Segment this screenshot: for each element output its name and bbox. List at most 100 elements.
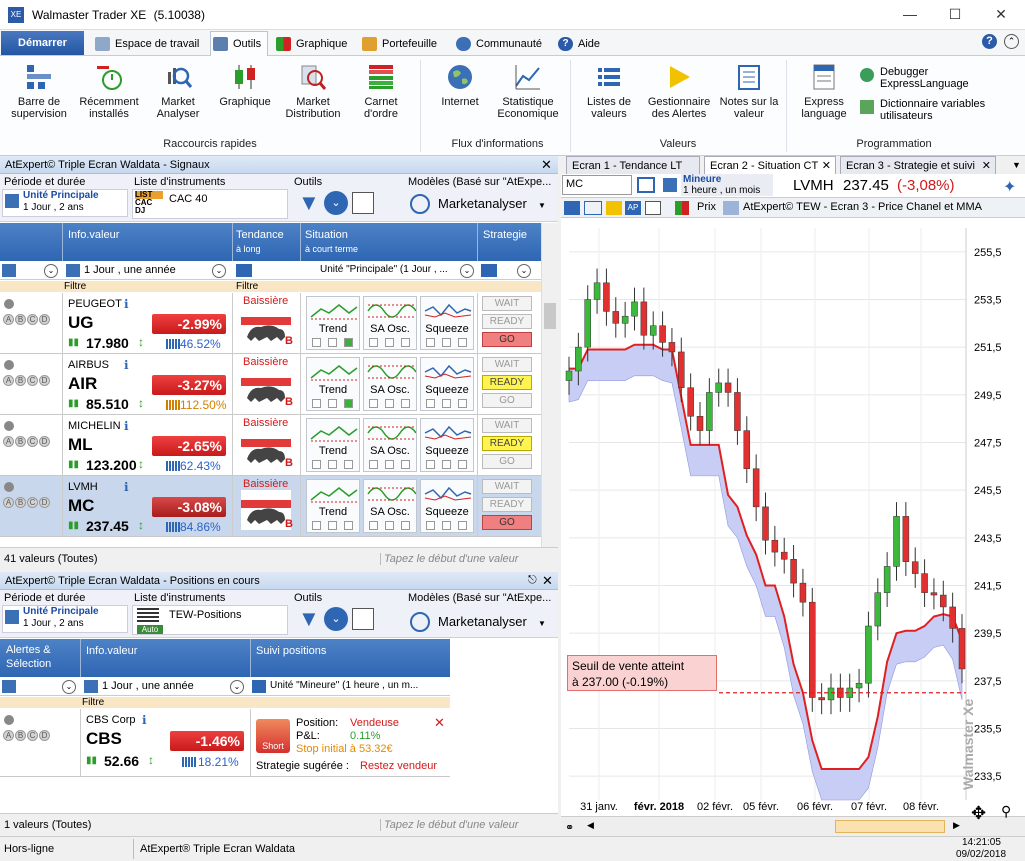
tools-icon[interactable] xyxy=(564,201,580,215)
wait-button[interactable]: WAIT xyxy=(482,357,532,372)
ready-button[interactable]: READY xyxy=(482,314,532,329)
menu-graphique[interactable]: Graphique xyxy=(276,34,347,54)
info-icon[interactable]: ℹ xyxy=(142,713,147,727)
periode-selector[interactable]: Unité Principale 1 Jour , 2 ans xyxy=(2,189,128,217)
minimize-button[interactable]: — xyxy=(900,6,920,22)
calendar-icon[interactable] xyxy=(2,264,16,277)
tendance-cell[interactable]: Baissière B xyxy=(233,415,300,476)
suivi-filter-icon[interactable] xyxy=(252,680,266,693)
barre-supervision-button[interactable]: Barre de supervision xyxy=(8,62,70,120)
debugger-button[interactable]: Debugger ExpressLanguage xyxy=(860,66,969,90)
filter-tool-icon[interactable]: ▼ xyxy=(298,606,320,632)
menu-outils[interactable]: Outils xyxy=(213,34,261,54)
go-button[interactable]: GO xyxy=(482,515,532,530)
col-strategie[interactable]: Strategie xyxy=(483,229,527,241)
dropdown-icon[interactable]: ⌄ xyxy=(62,680,76,694)
short-icon[interactable]: Short xyxy=(256,719,290,753)
graphique-button[interactable]: Graphique xyxy=(214,62,276,108)
spark-icon[interactable] xyxy=(606,201,622,215)
zoom-icon[interactable]: ⚲ xyxy=(1001,803,1011,820)
col-suivi-positions[interactable]: Suivi positions xyxy=(256,645,326,657)
start-button[interactable]: Démarrer xyxy=(1,31,84,55)
gestionnaire-alertes-button[interactable]: Gestionnaire des Alertes xyxy=(644,62,714,120)
wait-button[interactable]: WAIT xyxy=(482,418,532,433)
col-situation[interactable]: Situation à court terme xyxy=(305,229,358,254)
menu-espace-de-travail[interactable]: Espace de travail xyxy=(95,34,199,54)
pin-icon[interactable]: ⎋ xyxy=(528,574,537,587)
menu-aide[interactable]: ? Aide xyxy=(558,34,600,54)
filter-label-info[interactable]: Filtre xyxy=(82,697,104,708)
filter-label-info[interactable]: Filtre xyxy=(64,281,86,292)
close-positions-panel-button[interactable]: ✕ xyxy=(542,573,553,589)
book-icon[interactable] xyxy=(637,177,655,193)
signals-scrollbar[interactable] xyxy=(541,223,558,547)
dropdown-icon[interactable]: ⌄ xyxy=(230,680,244,694)
help-button[interactable]: ? xyxy=(982,34,997,49)
go-button[interactable]: GO xyxy=(482,332,532,347)
dictionnaire-variables-button[interactable]: Dictionnaire variables utilisateurs xyxy=(860,98,985,122)
indicator-squeeze[interactable]: Squeeze xyxy=(420,296,474,350)
table-row[interactable]: A B C D MICHELIN ℹ ML -2.65% ▮▮ 123.200 ↕ 62.43% Bai… xyxy=(0,415,541,476)
link-icon[interactable]: ⚭ xyxy=(565,821,574,834)
ribbon-collapse-icon[interactable]: ⌃ xyxy=(1004,34,1019,49)
indicator-squeeze[interactable]: Squeeze xyxy=(420,479,474,533)
filter-period-1[interactable]: 1 Jour , une année xyxy=(102,680,194,692)
table-row[interactable]: A B C D PEUGEOT ℹ UG -2.99% ▮▮ 17.980 ↕ 46.52% Baiss… xyxy=(0,293,541,354)
tools-icon[interactable]: ✦ xyxy=(1003,177,1016,197)
periode-selector[interactable]: Unité Principale 1 Jour , 2 ans xyxy=(2,605,128,633)
tab-ecran-1[interactable]: Ecran 1 - Tendance LT xyxy=(566,156,700,174)
liste-instruments-selector[interactable]: Auto TEW-Positions xyxy=(132,605,288,635)
scroll-thumb[interactable] xyxy=(835,820,945,833)
modeles-selector[interactable]: Marketanalyser ▼ xyxy=(406,192,552,216)
menu-communaute[interactable]: Communauté xyxy=(456,34,542,54)
dropdown-icon[interactable]: ⌄ xyxy=(460,264,474,278)
tendance-cell[interactable]: Baissière B xyxy=(233,293,300,354)
pan-icon[interactable]: ✥ xyxy=(971,803,986,824)
menu-portefeuille[interactable]: Portefeuille xyxy=(362,34,437,54)
tabs-overflow-icon[interactable]: ▼ xyxy=(1012,160,1021,170)
statistique-economique-button[interactable]: Statistique Economique xyxy=(494,62,562,120)
close-position-button[interactable]: ✕ xyxy=(434,715,445,731)
signals-search-input[interactable]: Tapez le début d'une valeur xyxy=(380,553,550,565)
screen-icon[interactable] xyxy=(645,201,661,215)
market-distribution-button[interactable]: Market Distribution xyxy=(280,62,346,120)
filter-label-tendance[interactable]: Filtre xyxy=(236,281,258,292)
liste-instruments-selector[interactable]: LIST CAC DJ CAC 40 xyxy=(132,189,288,219)
dropdown-circle-icon[interactable]: ⌄ xyxy=(324,607,348,631)
ap-icon[interactable]: AP xyxy=(625,201,641,215)
col-info-valeur[interactable]: Info.valeur xyxy=(86,645,137,657)
ready-button[interactable]: READY xyxy=(482,436,532,451)
chart-scrollbar[interactable]: ⚭ ◀ ▶ ✥ ⚲ xyxy=(561,803,1025,836)
indicator-squeeze[interactable]: Squeeze xyxy=(420,418,474,472)
positions-search-input[interactable]: Tapez le début d'une valeur xyxy=(380,819,550,831)
ready-button[interactable]: READY xyxy=(482,375,532,390)
info-icon[interactable]: ℹ xyxy=(124,297,129,311)
table-row[interactable]: A B C D AIRBUS ℹ AIR -3.27% ▮▮ 85.510 ↕ 112.50% Bais… xyxy=(0,354,541,415)
indicator-sa-osc[interactable]: SA Osc. xyxy=(363,296,417,350)
position-row[interactable]: ABCD CBS Corp ℹ CBS -1.46% ▮▮ 52.66 ↕ 18… xyxy=(0,709,450,777)
indicator-squeeze[interactable]: Squeeze xyxy=(420,357,474,411)
notes-valeur-button[interactable]: Notes sur la valeur xyxy=(716,62,782,120)
go-button[interactable]: GO xyxy=(482,454,532,469)
dropdown-icon[interactable]: ⌄ xyxy=(44,264,58,278)
maximize-button[interactable]: ☐ xyxy=(945,6,965,23)
prix-label[interactable]: Prix xyxy=(697,201,716,213)
go-button[interactable]: GO xyxy=(482,393,532,408)
col-tendance[interactable]: Tendance à long xyxy=(236,229,284,254)
modeles-selector[interactable]: Marketanalyser ▼ xyxy=(406,610,552,634)
tab-ecran-2[interactable]: Ecran 2 - Situation CT ✕ xyxy=(704,156,836,174)
indicator-trend[interactable]: Trend xyxy=(306,296,360,350)
scroll-right-icon[interactable]: ▶ xyxy=(953,820,960,831)
table-row[interactable]: A B C D LVMH ℹ MC -3.08% ▮▮ 237.45 ↕ 84.86% Baissièr… xyxy=(0,476,541,537)
dropdown-circle-icon[interactable]: ⌄ xyxy=(324,191,348,215)
filter-tool-icon[interactable]: ▼ xyxy=(298,190,320,216)
symbol-input[interactable]: MC xyxy=(562,175,632,195)
express-language-button[interactable]: Express language xyxy=(794,62,854,120)
tendance-filter-icon[interactable] xyxy=(236,264,252,277)
tendance-cell[interactable]: Baissière B xyxy=(233,476,300,537)
indicator-sa-osc[interactable]: SA Osc. xyxy=(363,418,417,472)
dropdown-icon[interactable]: ⌄ xyxy=(212,264,226,278)
indicator-trend[interactable]: Trend xyxy=(306,479,360,533)
dropdown-icon[interactable]: ⌄ xyxy=(517,264,531,278)
indicator-sa-osc[interactable]: SA Osc. xyxy=(363,479,417,533)
